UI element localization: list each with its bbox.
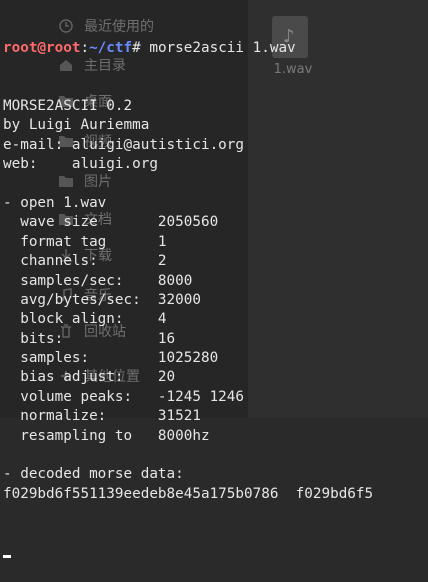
prompt-mark: # <box>132 39 141 56</box>
terminal-line: format tag 1 <box>3 233 167 250</box>
prompt-path: ~/ctf <box>89 39 133 56</box>
terminal-line: web: aluigi.org <box>3 156 158 173</box>
terminal-output[interactable]: root@root:~/ctf# morse2ascii 1.wav MORSE… <box>3 0 428 582</box>
terminal-cursor <box>3 555 11 559</box>
terminal-line: channels: 2 <box>3 253 167 270</box>
terminal-line: by Luigi Auriemma <box>3 117 150 134</box>
terminal-line: MORSE2ASCII 0.2 <box>3 98 133 115</box>
terminal-line: block align: 4 <box>3 311 167 328</box>
cursor-line <box>3 543 428 562</box>
prompt-line: root@root:~/ctf# morse2ascii 1.wav <box>3 39 428 58</box>
prompt-user-host: root@root <box>3 39 81 56</box>
terminal-line: resampling to 8000hz <box>3 427 210 444</box>
command-text: morse2ascii 1.wav <box>140 39 296 56</box>
terminal-line: e-mail: aluigi@autistici.org <box>3 136 245 153</box>
output-lines: MORSE2ASCII 0.2 by Luigi Auriemma e-mail: … <box>3 97 428 504</box>
terminal-line: normalize: 31521 <box>3 408 201 425</box>
terminal-line: avg/bytes/sec: 32000 <box>3 291 201 308</box>
terminal-line: samples/sec: 8000 <box>3 272 193 289</box>
terminal-line: f029bd6f551139eedeb8e45a175b0786 f029bd6… <box>3 485 374 502</box>
terminal-line: - open 1.wav <box>3 194 107 211</box>
terminal-line: wave size 2050560 <box>3 214 219 231</box>
terminal-line: bias adjust: 20 <box>3 369 176 386</box>
prompt-separator: : <box>80 39 90 56</box>
terminal-line: - decoded morse data: <box>3 466 184 483</box>
terminal-line: volume peaks: -1245 1246 <box>3 388 245 405</box>
terminal-line: bits: 16 <box>3 330 176 347</box>
terminal-line: samples: 1025280 <box>3 350 219 367</box>
